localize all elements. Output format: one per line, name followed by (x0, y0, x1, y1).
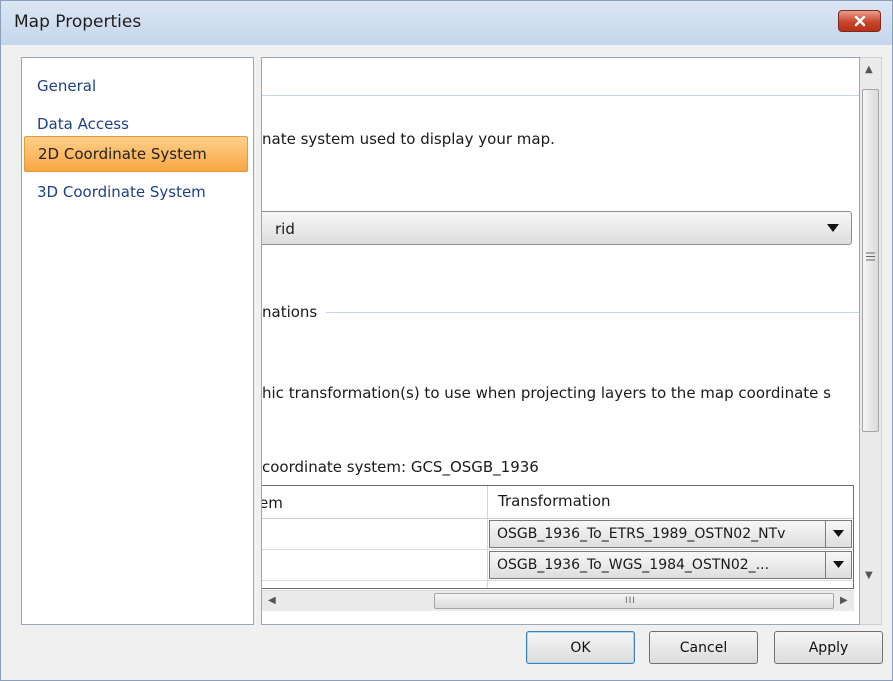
vertical-scrollbar[interactable]: ▲ ▼ (860, 57, 882, 625)
chevron-down-icon (833, 530, 844, 537)
window-title: Map Properties (14, 12, 142, 32)
column-header-transformation[interactable]: Transformation (498, 492, 611, 510)
dialog-body: General Data Access 2D Coordinate System… (8, 45, 885, 675)
close-icon (854, 15, 865, 27)
table-row: OSGB_1936_To_ETRS_1989_OSTN02_NTv (262, 519, 853, 550)
scroll-up-icon[interactable]: ▲ (865, 64, 873, 75)
content-panel: nate system used to display your map. ri… (261, 57, 860, 625)
combo-value: OSGB_1936_To_ETRS_1989_OSTN02_NTv (497, 526, 786, 542)
combo-value: OSGB_1936_To_WGS_1984_OSTN02_... (497, 557, 770, 573)
transformations-description: hic transformation(s) to use when projec… (262, 384, 831, 402)
grid-header: em Transformation (262, 486, 853, 519)
horizontal-scroll-thumb[interactable]: III (434, 593, 834, 609)
table-row: OSGB_1936_To_WGS_1984_OSTN02_... (262, 550, 853, 581)
column-header-system[interactable]: em (262, 494, 283, 512)
coordinate-system-description: nate system used to display your map. (262, 130, 555, 148)
vertical-scroll-thumb[interactable] (862, 89, 879, 432)
scroll-grip: III (625, 596, 636, 606)
cancel-button[interactable]: Cancel (649, 631, 758, 664)
apply-button[interactable]: Apply (774, 631, 883, 664)
grip-icon (866, 252, 875, 261)
system-cell[interactable] (262, 550, 487, 580)
section-divider (262, 95, 859, 96)
sidebar: General Data Access 2D Coordinate System… (21, 57, 254, 625)
scroll-left-icon[interactable]: ◀ (268, 595, 276, 606)
map-properties-dialog: Map Properties General Data Access 2D Co… (0, 0, 893, 681)
combo-dropdown-button[interactable] (825, 552, 851, 578)
system-cell[interactable] (262, 519, 487, 549)
transformations-grid: em Transformation OSGB_1936_To_ETRS_1989… (262, 485, 854, 589)
title-bar[interactable]: Map Properties (1, 1, 892, 45)
section-divider-transformations (326, 312, 859, 313)
scroll-right-icon[interactable]: ▶ (840, 595, 848, 606)
chevron-down-icon (833, 561, 844, 568)
sidebar-item-3d-coordinate-system[interactable]: 3D Coordinate System (23, 174, 252, 210)
coordinate-system-dropdown[interactable]: rid (262, 211, 852, 245)
ok-button[interactable]: OK (526, 631, 635, 664)
transformation-combo[interactable]: OSGB_1936_To_WGS_1984_OSTN02_... (489, 551, 852, 579)
transformation-combo[interactable]: OSGB_1936_To_ETRS_1989_OSTN02_NTv (489, 520, 852, 548)
sidebar-item-general[interactable]: General (23, 68, 252, 104)
map-gcs-label: coordinate system: GCS_OSGB_1936 (262, 458, 539, 476)
dropdown-value: rid (275, 220, 295, 238)
chevron-down-icon (827, 224, 839, 232)
scroll-down-icon[interactable]: ▼ (865, 570, 873, 581)
horizontal-scrollbar[interactable]: ◀ III ▶ (262, 590, 854, 611)
combo-dropdown-button[interactable] (825, 521, 851, 547)
close-button[interactable] (838, 10, 881, 32)
sidebar-item-2d-coordinate-system[interactable]: 2D Coordinate System (24, 136, 248, 172)
transformations-section-label: nations (262, 303, 318, 321)
